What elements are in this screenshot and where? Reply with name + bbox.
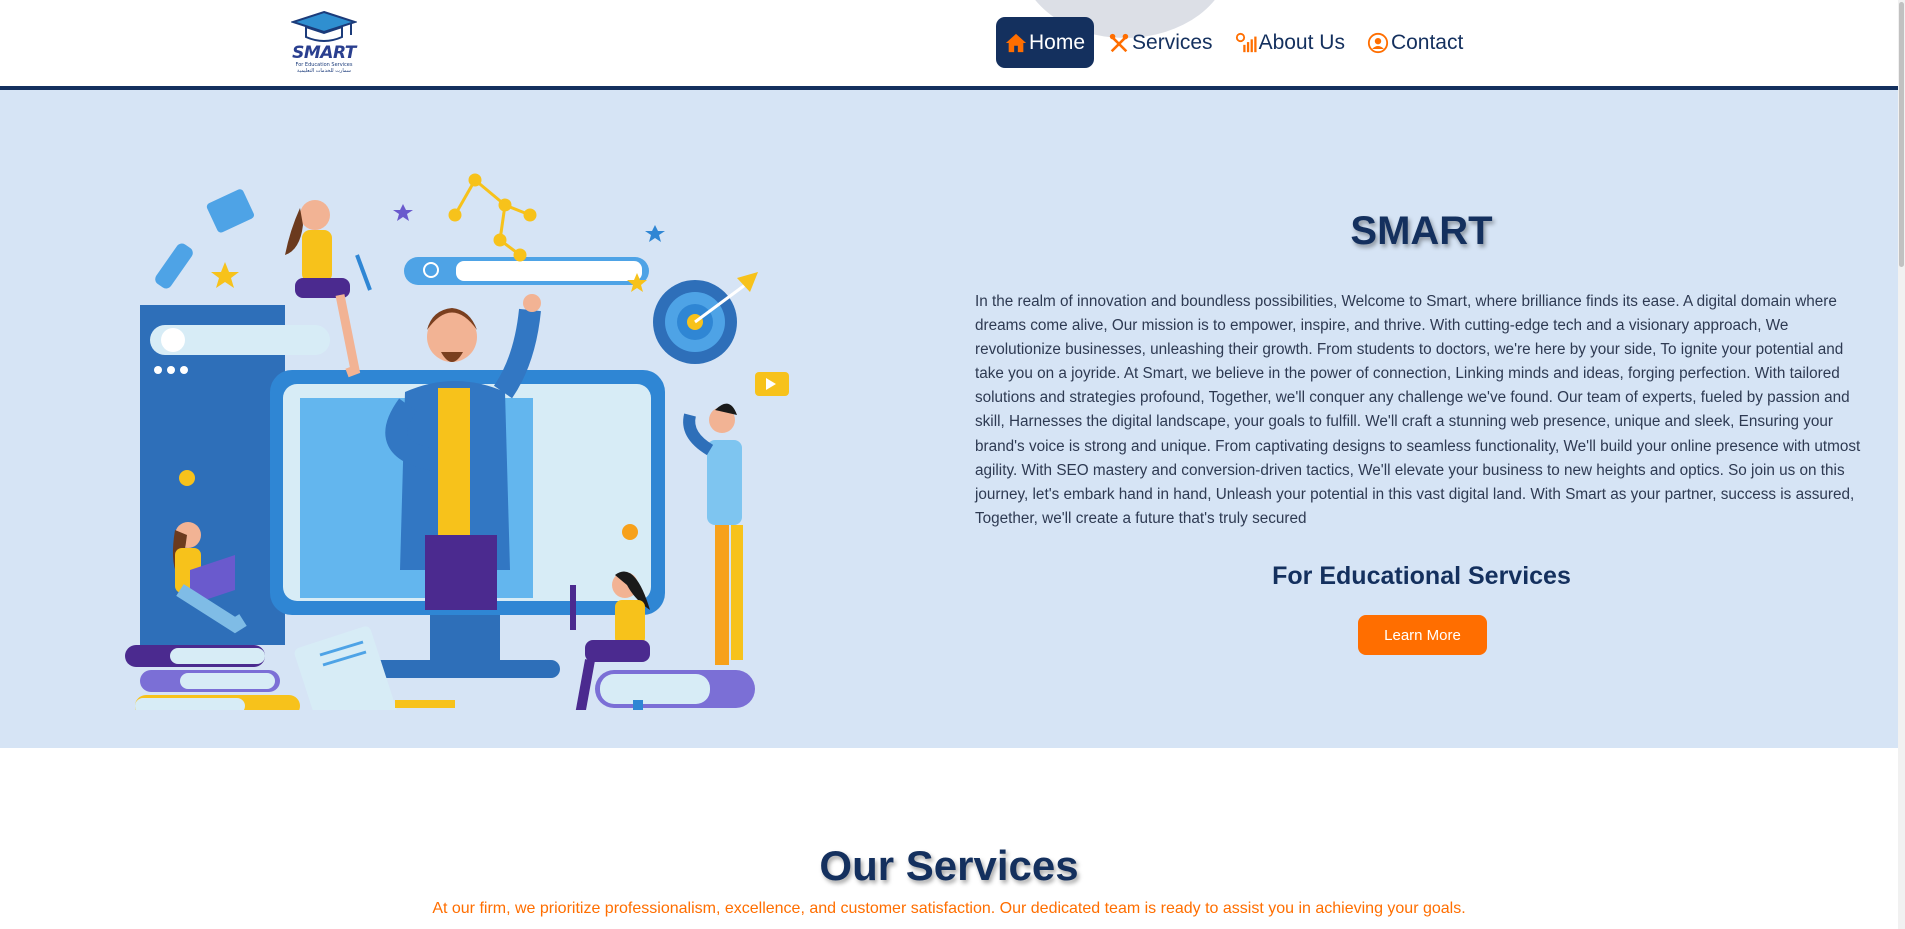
nav-services[interactable]: Services [1100, 17, 1221, 68]
graduation-cap-icon [291, 10, 357, 42]
hero-subtitle: For Educational Services [1272, 562, 1571, 590]
nav-about-label: About Us [1258, 30, 1345, 54]
tools-icon [1109, 33, 1129, 52]
scrollbar-thumb[interactable] [1899, 2, 1904, 267]
nav-contact-label: Contact [1390, 30, 1464, 54]
hero-paragraph: In the realm of innovation and boundless… [975, 293, 1861, 527]
logo-subtitle-ar: سمارت للخدمات التعليمية [297, 68, 351, 74]
nav-contact[interactable]: Contact [1359, 17, 1471, 68]
nav-about[interactable]: About Us [1227, 17, 1353, 68]
nav-home[interactable]: Home [996, 17, 1095, 68]
logo-subtitle: For Education Services سمارت للخدمات الت… [291, 62, 357, 74]
nav-home-label: Home [1029, 30, 1086, 54]
chart-icon [1235, 32, 1257, 52]
logo-text: SMART [292, 43, 356, 63]
learn-more-button[interactable]: Learn More [1358, 615, 1487, 655]
nav-links: Home Services About Us Contact [996, 17, 1477, 68]
page-scrollbar[interactable] [1898, 0, 1905, 929]
contact-icon [1367, 32, 1389, 53]
services-description: At our firm, we prioritize professionali… [432, 900, 1466, 917]
education-illustration [125, 173, 789, 710]
hero-section: SMART In the realm of innovation and bou… [0, 90, 1898, 748]
services-title: Our Services [819, 842, 1079, 889]
nav-services-label: Services [1132, 30, 1213, 54]
site-logo[interactable]: SMART For Education Services سمارت للخدم… [291, 10, 361, 76]
home-icon [1005, 33, 1027, 52]
navbar: SMART For Education Services سمارت للخدم… [0, 0, 1898, 90]
hero-title: SMART [1350, 209, 1493, 253]
